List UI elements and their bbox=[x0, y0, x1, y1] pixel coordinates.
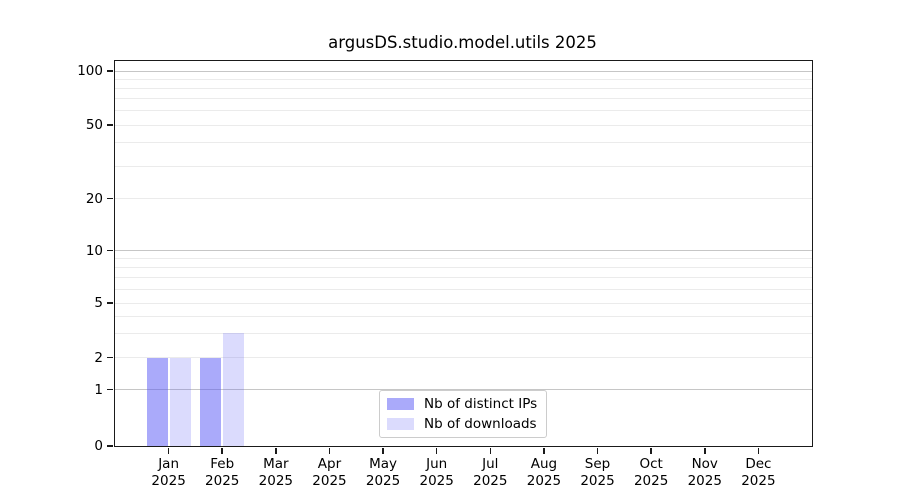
x-tickmark-oct bbox=[650, 448, 652, 454]
x-tickmark-feb bbox=[221, 448, 223, 454]
x-tickmark-jun bbox=[436, 448, 438, 454]
legend-label-downloads: Nb of downloads bbox=[424, 416, 537, 432]
y-tick-label-100: 100 bbox=[39, 63, 103, 79]
figure: argusDS.studio.model.utils 2025 01251020… bbox=[0, 0, 900, 500]
x-tickmark-nov bbox=[704, 448, 706, 454]
legend-swatch-distinct-ips bbox=[387, 398, 414, 411]
y-tickmark-0 bbox=[107, 445, 113, 447]
y-tickmark-1 bbox=[107, 389, 113, 391]
y-tick-label-20: 20 bbox=[39, 191, 103, 207]
y-tickmark-10 bbox=[107, 250, 113, 252]
y-tick-label-5: 5 bbox=[39, 295, 103, 311]
y-tick-label-10: 10 bbox=[39, 243, 103, 259]
x-tickmark-jan bbox=[168, 448, 170, 454]
y-tickmark-5 bbox=[107, 302, 113, 304]
y-tick-label-0: 0 bbox=[39, 438, 103, 454]
y-tickmark-2 bbox=[107, 357, 113, 359]
x-tickmark-jul bbox=[490, 448, 492, 454]
x-tick-label-dec: Dec2025 bbox=[723, 456, 793, 490]
legend-item-downloads: Nb of downloads bbox=[380, 416, 546, 432]
y-tickmark-20 bbox=[107, 198, 113, 200]
y-tickmark-100 bbox=[107, 70, 113, 72]
legend-label-distinct-ips: Nb of distinct IPs bbox=[424, 396, 537, 412]
plot-area: 0125102050100Jan2025Feb2025Mar2025Apr202… bbox=[114, 60, 813, 447]
legend-item-distinct-ips: Nb of distinct IPs bbox=[380, 396, 546, 412]
legend-swatch-downloads bbox=[387, 418, 414, 431]
x-tickmark-dec bbox=[758, 448, 760, 454]
chart-title: argusDS.studio.model.utils 2025 bbox=[114, 33, 811, 53]
x-tickmark-sep bbox=[597, 448, 599, 454]
y-tick-label-50: 50 bbox=[39, 117, 103, 133]
y-tick-label-2: 2 bbox=[39, 350, 103, 366]
axis-ticks-layer: 0125102050100Jan2025Feb2025Mar2025Apr202… bbox=[115, 61, 812, 446]
x-tickmark-apr bbox=[329, 448, 331, 454]
legend: Nb of distinct IPs Nb of downloads bbox=[379, 390, 547, 438]
x-tickmark-may bbox=[382, 448, 384, 454]
y-tickmark-50 bbox=[107, 124, 113, 126]
x-tickmark-mar bbox=[275, 448, 277, 454]
x-tickmark-aug bbox=[543, 448, 545, 454]
y-tick-label-1: 1 bbox=[39, 382, 103, 398]
